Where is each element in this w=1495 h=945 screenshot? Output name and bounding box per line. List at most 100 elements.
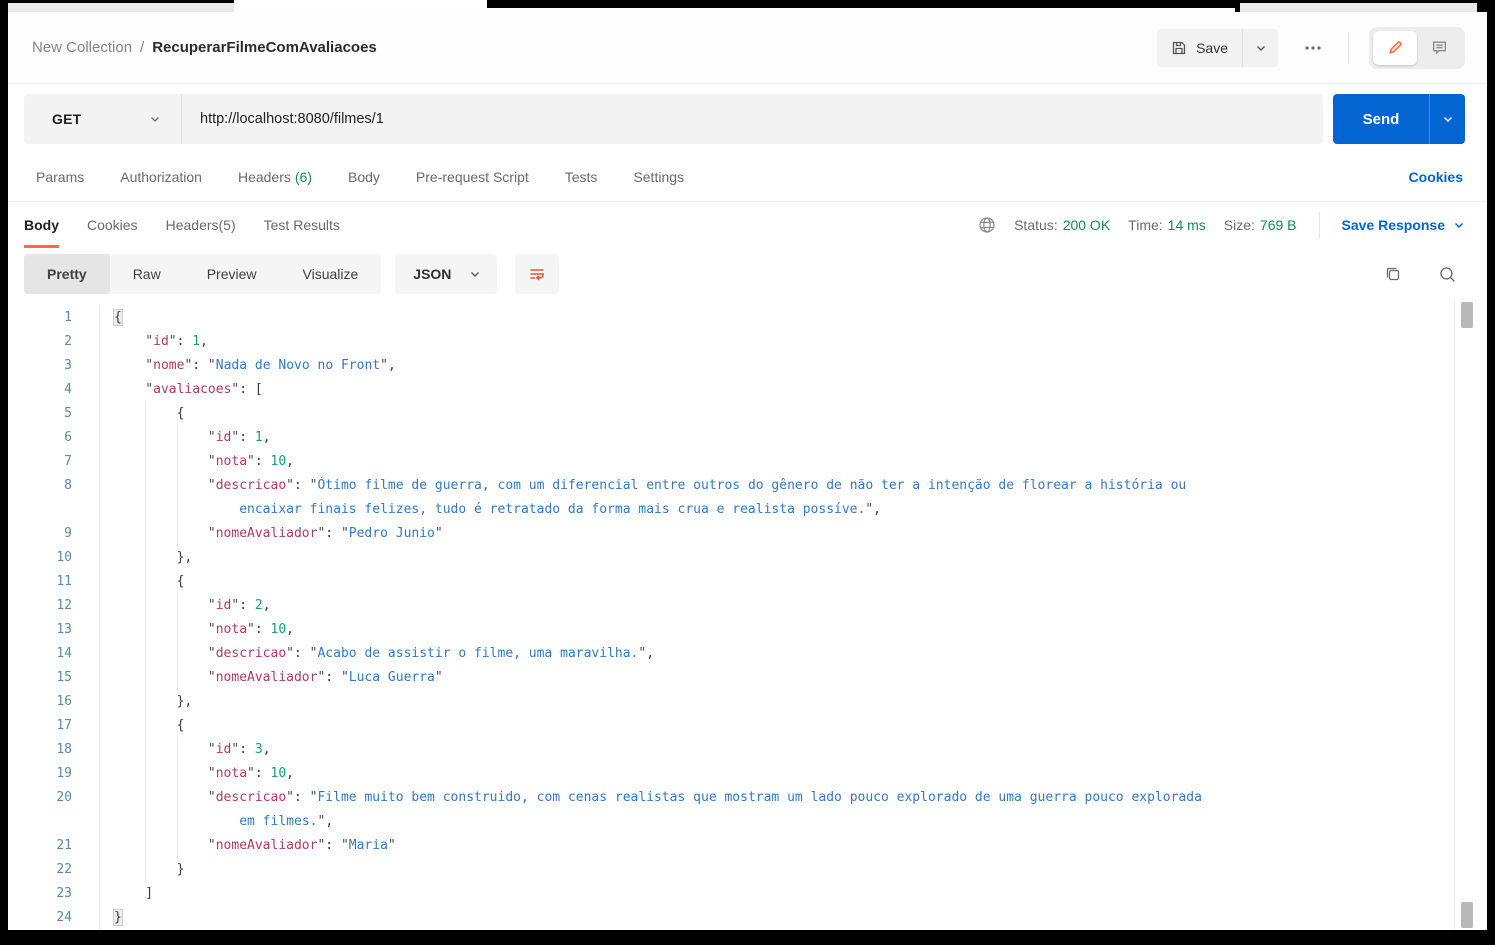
request-tab-tests[interactable]: Tests xyxy=(565,169,598,185)
line-number: 14 xyxy=(56,646,72,661)
wrap-text-button[interactable] xyxy=(515,254,560,294)
fold-gutter[interactable] xyxy=(72,474,100,498)
response-tab-body[interactable]: Body xyxy=(24,202,59,248)
save-button[interactable]: Save xyxy=(1157,29,1242,67)
send-options-chevron[interactable] xyxy=(1429,94,1465,144)
fold-gutter[interactable] xyxy=(72,786,100,810)
fold-gutter[interactable] xyxy=(72,498,100,522)
wrap-text-icon xyxy=(528,265,546,283)
fold-gutter[interactable] xyxy=(72,306,100,330)
fold-gutter[interactable] xyxy=(72,450,100,474)
indent-guide xyxy=(145,714,176,738)
line-number: 7 xyxy=(64,454,72,469)
fold-gutter[interactable] xyxy=(72,354,100,378)
fold-gutter[interactable] xyxy=(72,690,100,714)
fold-gutter[interactable] xyxy=(72,858,100,882)
fold-gutter[interactable] xyxy=(72,666,100,690)
response-view-tabs: Pretty Raw Preview Visualize xyxy=(24,254,382,294)
fold-gutter[interactable] xyxy=(72,714,100,738)
fold-gutter[interactable] xyxy=(72,546,100,570)
indent-guide xyxy=(114,666,145,690)
fold-gutter[interactable] xyxy=(72,738,100,762)
code-line: 1{ xyxy=(8,306,1487,330)
indent-guide xyxy=(176,522,208,546)
line-number: 13 xyxy=(56,622,72,637)
fold-gutter[interactable] xyxy=(72,594,100,618)
fold-gutter[interactable] xyxy=(72,426,100,450)
request-tab-params[interactable]: Params xyxy=(36,169,84,185)
request-tab-headers[interactable]: Headers (6) xyxy=(238,169,312,185)
response-tab-headers[interactable]: Headers (5) xyxy=(166,202,236,248)
save-response-button[interactable]: Save Response xyxy=(1342,217,1466,233)
code-line: 14 "descricao": "Acabo de assistir o film… xyxy=(8,642,1487,666)
response-tab-test-results[interactable]: Test Results xyxy=(264,202,340,248)
scrollbar-thumb[interactable] xyxy=(1461,302,1473,328)
fold-gutter[interactable] xyxy=(72,522,100,546)
indent-guide xyxy=(145,834,176,858)
request-tab-settings[interactable]: Settings xyxy=(633,169,684,185)
fold-gutter[interactable] xyxy=(72,834,100,858)
line-number: 17 xyxy=(56,718,72,733)
fold-gutter[interactable] xyxy=(72,810,100,834)
line-number: 3 xyxy=(64,358,72,373)
indent-guide xyxy=(176,426,208,450)
chevron-down-icon xyxy=(149,113,161,125)
fold-gutter[interactable] xyxy=(72,762,100,786)
response-body-json: 1{2 "id": 1, 3 "nome": "Nada de Novo no Fro… xyxy=(8,300,1487,930)
url-input[interactable]: http://localhost:8080/filmes/1 xyxy=(182,111,1323,127)
indent-guide xyxy=(176,666,208,690)
edit-mode-button[interactable] xyxy=(1373,30,1417,65)
view-tab-visualize[interactable]: Visualize xyxy=(280,254,382,294)
time-badge[interactable]: Time: 14 ms xyxy=(1128,217,1206,233)
line-number: 6 xyxy=(64,430,72,445)
view-tab-raw[interactable]: Raw xyxy=(110,254,184,294)
save-button-label: Save xyxy=(1196,39,1228,56)
comments-button[interactable] xyxy=(1417,31,1461,65)
request-tab-body[interactable]: Body xyxy=(348,169,380,185)
send-button[interactable]: Send xyxy=(1333,94,1465,144)
breadcrumb-request-name[interactable]: RecuperarFilmeComAvaliacoes xyxy=(152,39,377,56)
code-line: 8 "descricao": "Ótimo filme de guerra, co… xyxy=(8,474,1487,498)
scrollbar-thumb-bottom[interactable] xyxy=(1461,902,1473,928)
fold-gutter[interactable] xyxy=(72,642,100,666)
fold-gutter[interactable] xyxy=(72,906,100,930)
fold-gutter[interactable] xyxy=(72,378,100,402)
indent-guide xyxy=(145,642,176,666)
floppy-disk-icon xyxy=(1171,40,1187,56)
code-line: 15 "nomeAvaliador": "Luca Guerra" xyxy=(8,666,1487,690)
line-number: 20 xyxy=(56,790,72,805)
method-selector[interactable]: GET xyxy=(24,94,182,144)
search-button[interactable] xyxy=(1438,265,1457,284)
response-body-actions xyxy=(1384,265,1457,284)
view-tab-preview[interactable]: Preview xyxy=(184,254,280,294)
size-badge[interactable]: Size: 769 B xyxy=(1224,217,1297,233)
status-badge[interactable]: Status: 200 OK xyxy=(1014,217,1110,233)
request-tab-authorization[interactable]: Authorization xyxy=(120,169,202,185)
code-line: 6 "id": 1, xyxy=(8,426,1487,450)
cookies-link[interactable]: Cookies xyxy=(1409,169,1463,185)
format-selector[interactable]: JSON xyxy=(395,254,498,294)
request-tab-pre-request-script[interactable]: Pre-request Script xyxy=(416,169,529,185)
fold-gutter[interactable] xyxy=(72,330,100,354)
fold-gutter[interactable] xyxy=(72,618,100,642)
indent-guide xyxy=(145,810,176,834)
window-tab-remnant xyxy=(8,3,234,12)
fold-gutter[interactable] xyxy=(72,402,100,426)
fold-gutter[interactable] xyxy=(72,570,100,594)
indent-guide xyxy=(114,786,145,810)
fold-gutter[interactable] xyxy=(72,882,100,906)
more-actions-button[interactable] xyxy=(1298,33,1328,63)
indent-guide xyxy=(114,594,145,618)
save-options-button[interactable] xyxy=(1242,28,1278,67)
breadcrumb-collection[interactable]: New Collection xyxy=(32,39,132,56)
comment-bubble-icon xyxy=(1431,39,1448,56)
indent-guide xyxy=(114,882,145,906)
response-tab-cookies[interactable]: Cookies xyxy=(87,202,138,248)
indent-guide xyxy=(145,858,176,882)
view-tab-pretty[interactable]: Pretty xyxy=(24,254,110,294)
copy-button[interactable] xyxy=(1384,265,1402,283)
window-tab-remnant xyxy=(1240,3,1477,12)
indent-guide xyxy=(176,762,208,786)
response-meta-row: Body Cookies Headers (5) Test Results Statu… xyxy=(8,202,1487,248)
chevron-down-icon xyxy=(469,268,481,280)
